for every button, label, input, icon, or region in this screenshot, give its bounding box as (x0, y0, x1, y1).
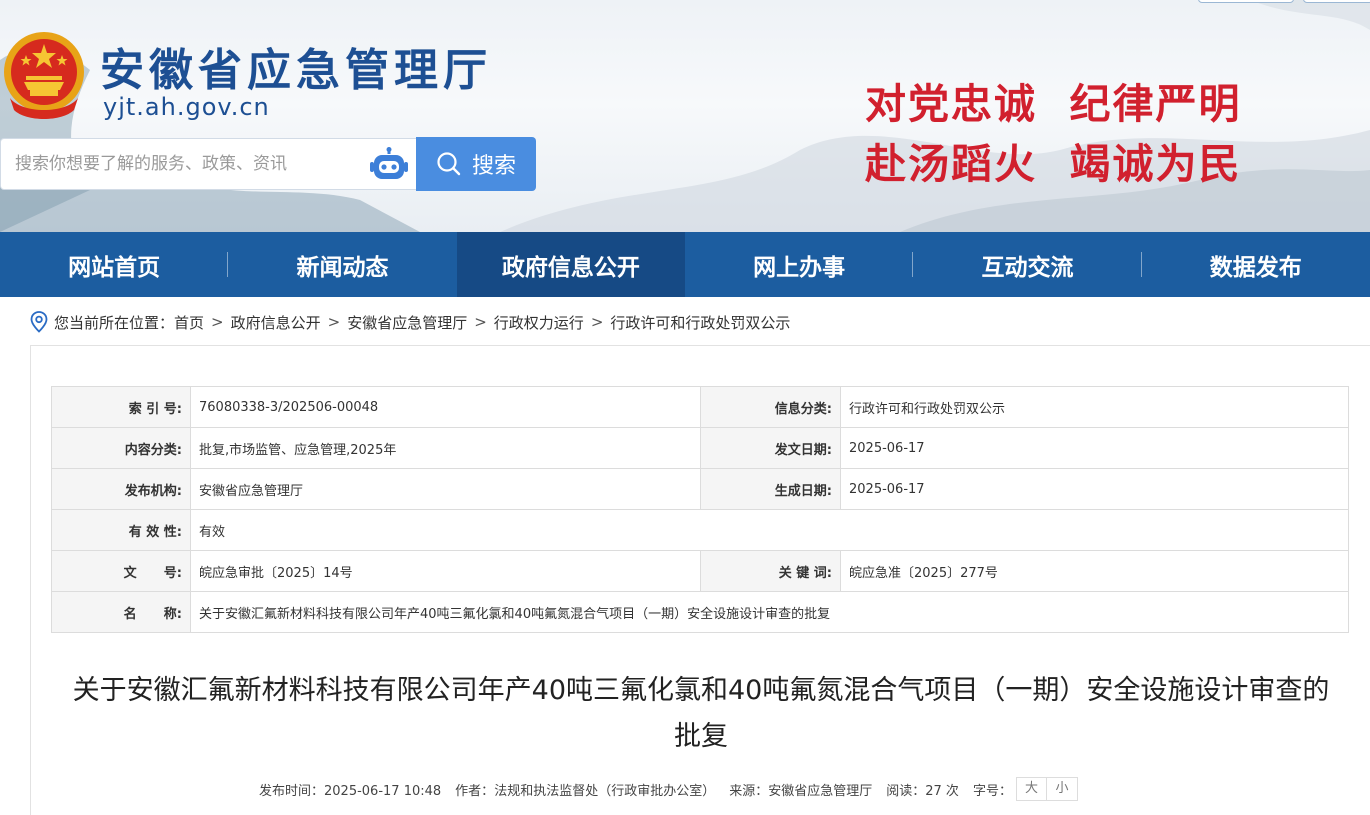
name-label: 名 称: (51, 591, 191, 633)
index-no-value: 76080338-3/202506-00048 (190, 386, 701, 428)
nav-label: 新闻动态 (296, 254, 389, 281)
site-domain: yjt.ah.gov.cn (103, 93, 270, 121)
keywords-label: 关 键 词: (700, 550, 841, 592)
font-large-button[interactable]: 大 (1015, 777, 1047, 801)
metadata-table: 索 引 号: 76080338-3/202506-00048 信息分类: 行政许… (51, 386, 1349, 633)
top-link-button[interactable] (1303, 0, 1370, 3)
font-size-label: 字号： (972, 783, 1012, 799)
breadcrumb-separator: > (211, 313, 224, 331)
search-button-label: 搜索 (471, 154, 516, 179)
breadcrumb-prefix: 您当前所在位置： (54, 313, 175, 332)
table-row: 内容分类: 批复,市场监管、应急管理,2025年 发文日期: 2025-06-1… (51, 427, 1349, 469)
content-panel: 索 引 号: 76080338-3/202506-00048 信息分类: 行政许… (30, 345, 1370, 815)
site-header: 安徽省应急管理厅 yjt.ah.gov.cn 对党忠诚 纪律严明 赴汤蹈火 竭诚… (0, 0, 1370, 232)
document-title: 关于安徽汇氟新材料科技有限公司年产40吨三氟化氯和40吨氟氮混合气项目（一期）安… (51, 668, 1351, 760)
font-small-button[interactable]: 小 (1046, 777, 1078, 801)
document-title-line-1: 关于安徽汇氟新材料科技有限公司年产40吨三氟化氯和40吨氟氮混合气项目（一期）安… (72, 675, 1330, 706)
info-category-value: 行政许可和行政处罚双公示 (840, 386, 1349, 428)
source-value: 安徽省应急管理厅 (768, 783, 873, 799)
nav-item-online-service[interactable]: 网上办事 (685, 232, 914, 297)
author-value: 法规和执法监督处（行政审批办公室） (494, 783, 716, 799)
nav-label: 数据发布 (1209, 254, 1302, 281)
generated-date-value: 2025-06-17 (840, 468, 1349, 510)
read-count-value: 27 次 (925, 783, 959, 799)
info-category-label: 信息分类: (700, 386, 841, 428)
breadcrumb-separator: > (474, 313, 487, 331)
nav-item-interaction[interactable]: 互动交流 (913, 232, 1142, 297)
breadcrumb-separator: > (590, 313, 604, 331)
site-title: 安徽省应急管理厅 (100, 45, 492, 96)
slogan-line-2: 赴汤蹈火 竭诚为民 (865, 140, 1242, 188)
top-link-button[interactable] (1198, 0, 1294, 3)
national-emblem-icon (4, 32, 84, 119)
publish-time-label: 发布时间： (259, 783, 325, 799)
nav-item-gov-info[interactable]: 政府信息公开 (456, 232, 685, 297)
nav-label: 政府信息公开 (501, 254, 640, 281)
nav-label: 网站首页 (68, 254, 161, 281)
validity-value: 有效 (190, 509, 1349, 551)
search-icon (437, 152, 461, 176)
breadcrumb-separator: > (327, 313, 341, 331)
keywords-value: 皖应急准〔2025〕277号 (840, 550, 1349, 592)
breadcrumb-link-admin-power[interactable]: 行政权力运行 (494, 312, 584, 333)
source-label: 来源： (729, 783, 769, 799)
issue-date-value: 2025-06-17 (840, 427, 1349, 469)
read-count-label: 阅读： (886, 783, 926, 799)
table-row: 索 引 号: 76080338-3/202506-00048 信息分类: 行政许… (51, 386, 1349, 428)
validity-label: 有 效 性: (51, 509, 191, 551)
nav-label: 互动交流 (981, 254, 1074, 281)
table-row: 发布机构: 安徽省应急管理厅 生成日期: 2025-06-17 (51, 468, 1349, 510)
nav-item-home[interactable]: 网站首页 (0, 232, 229, 297)
publisher-label: 发布机构: (51, 468, 191, 510)
generated-date-label: 生成日期: (700, 468, 841, 510)
breadcrumb-link-double-publicity[interactable]: 行政许可和行政处罚双公示 (610, 312, 790, 333)
breadcrumb-link-gov-info[interactable]: 政府信息公开 (231, 312, 321, 333)
search-box (0, 138, 417, 190)
nav-item-news[interactable]: 新闻动态 (228, 232, 456, 297)
search-input[interactable] (15, 139, 365, 189)
document-title-line-2: 批复 (674, 721, 728, 752)
name-value: 关于安徽汇氟新材料科技有限公司年产40吨三氟化氯和40吨氟氮混合气项目（一期）安… (190, 591, 1349, 633)
publish-time-value: 2025-06-17 10:48 (324, 783, 442, 799)
content-category-label: 内容分类: (51, 427, 191, 469)
author: 作者：法规和执法监督处（行政审批办公室） (455, 780, 715, 799)
document-info-bar: 发布时间：2025-06-17 10:48 作者：法规和执法监督处（行政审批办公… (259, 776, 1078, 802)
issue-date-label: 发文日期: (700, 427, 841, 469)
source: 来源：安徽省应急管理厅 (729, 780, 872, 799)
slogan-line-1: 对党忠诚 纪律严明 (865, 80, 1242, 128)
search-button[interactable]: 搜索 (416, 137, 536, 191)
breadcrumb: 您当前所在位置： 首页 > 政府信息公开 > 安徽省应急管理厅 > 行政权力运行… (30, 309, 790, 335)
author-label: 作者： (455, 783, 495, 799)
doc-no-value: 皖应急审批〔2025〕14号 (190, 550, 701, 592)
doc-no-label: 文 号: (51, 550, 191, 592)
nav-item-data-release[interactable]: 数据发布 (1142, 232, 1370, 297)
read-count: 阅读：27 次 (886, 780, 959, 799)
publisher-value: 安徽省应急管理厅 (190, 468, 701, 510)
breadcrumb-link-home[interactable]: 首页 (174, 312, 204, 333)
publish-time: 发布时间：2025-06-17 10:48 (259, 780, 441, 799)
table-row: 名 称: 关于安徽汇氟新材料科技有限公司年产40吨三氟化氯和40吨氟氮混合气项目… (51, 591, 1349, 633)
content-category-value: 批复,市场监管、应急管理,2025年 (190, 427, 701, 469)
table-row: 文 号: 皖应急审批〔2025〕14号 关 键 词: 皖应急准〔2025〕277… (51, 550, 1349, 592)
nav-label: 网上办事 (753, 254, 846, 281)
location-pin-icon (30, 311, 48, 333)
breadcrumb-link-department[interactable]: 安徽省应急管理厅 (347, 312, 467, 333)
robot-assistant-icon[interactable] (369, 147, 409, 183)
index-no-label: 索 引 号: (51, 386, 191, 428)
table-row: 有 效 性: 有效 (51, 509, 1349, 551)
main-nav: 网站首页 新闻动态 政府信息公开 网上办事 互动交流 数据发布 (0, 232, 1370, 297)
